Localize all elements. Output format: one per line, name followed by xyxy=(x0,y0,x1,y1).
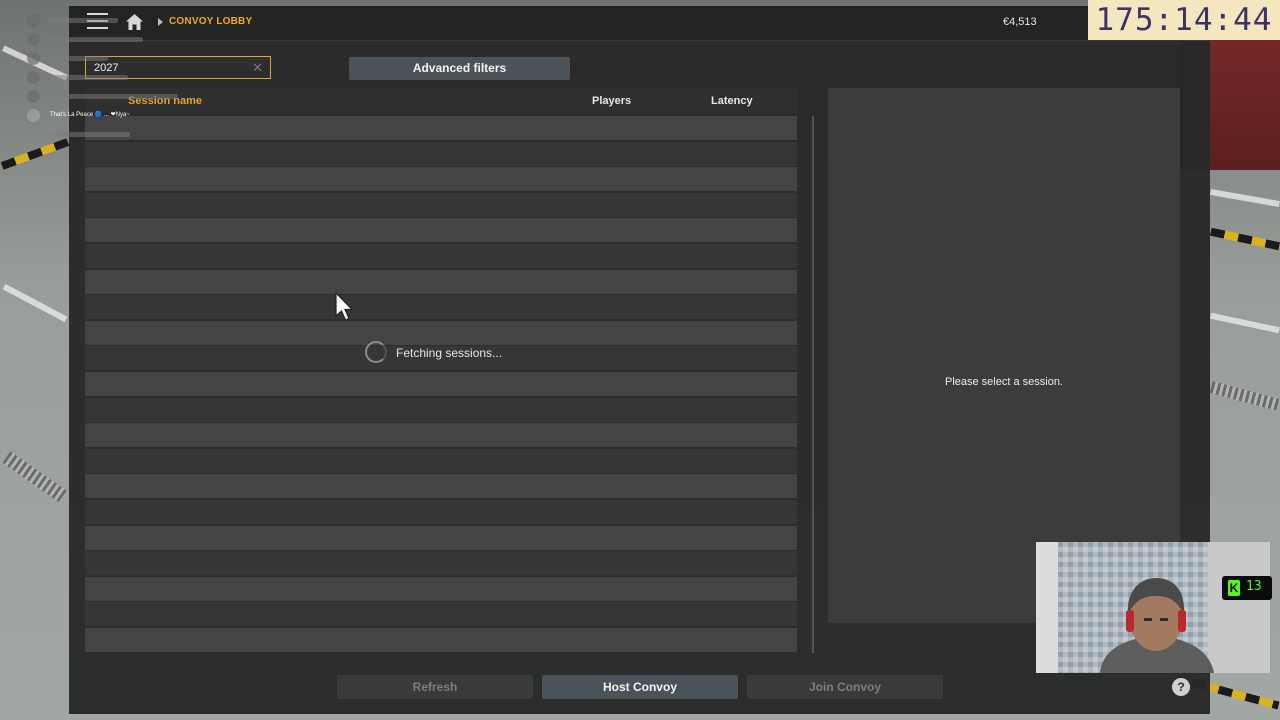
chat-line: That's La Peace 🔵 ... ❤Nya~ xyxy=(24,109,184,123)
session-row[interactable] xyxy=(85,218,797,243)
road-line xyxy=(1210,188,1280,208)
clear-icon[interactable]: ✕ xyxy=(252,60,263,76)
session-row[interactable] xyxy=(85,500,797,524)
loading-text: Fetching sessions... xyxy=(396,346,503,360)
hazard-stripe xyxy=(1209,227,1280,251)
session-row[interactable] xyxy=(85,167,797,192)
session-row[interactable] xyxy=(85,295,797,320)
session-row[interactable] xyxy=(85,192,797,217)
chat-line xyxy=(24,33,184,47)
session-row[interactable] xyxy=(85,602,797,627)
session-row[interactable] xyxy=(85,423,797,448)
column-players[interactable]: Players xyxy=(592,95,631,107)
chat-line xyxy=(24,90,184,104)
stream-timer: 175:14:44 xyxy=(1088,0,1280,40)
floor-grate xyxy=(1209,381,1280,411)
session-row[interactable] xyxy=(85,116,797,140)
session-row[interactable] xyxy=(85,576,797,601)
chat-line xyxy=(24,14,184,28)
loading-indicator: Fetching sessions... xyxy=(365,341,525,365)
advanced-filters-button[interactable]: Advanced filters xyxy=(349,57,570,80)
refresh-button[interactable]: Refresh xyxy=(337,675,533,699)
empty-selection-message: Please select a session. xyxy=(944,376,1063,388)
session-row[interactable] xyxy=(85,628,797,652)
hazard-stripe xyxy=(0,138,70,170)
session-list xyxy=(85,116,797,653)
viewer-count: 13 xyxy=(1246,579,1262,594)
session-list-scrollbar[interactable] xyxy=(812,116,814,653)
help-icon[interactable]: ? xyxy=(1172,678,1190,696)
session-row[interactable] xyxy=(85,474,797,499)
spinner-icon xyxy=(365,341,387,363)
session-row[interactable] xyxy=(85,372,797,396)
streamer-avatar xyxy=(1100,578,1214,673)
session-row[interactable] xyxy=(85,448,797,473)
chat-line xyxy=(24,128,184,142)
money-balance: €4,513 xyxy=(1003,16,1037,28)
viewer-count-badge: K 13 xyxy=(1222,576,1272,600)
session-row[interactable] xyxy=(85,269,797,294)
join-convoy-button[interactable]: Join Convoy xyxy=(747,675,943,699)
session-table-header: Session name Players Latency xyxy=(85,88,797,113)
kick-icon: K xyxy=(1228,580,1240,596)
session-row[interactable] xyxy=(85,551,797,576)
mouse-cursor-icon xyxy=(335,292,354,321)
host-convoy-button[interactable]: Host Convoy xyxy=(542,675,738,699)
session-row[interactable] xyxy=(85,244,797,268)
chat-line xyxy=(24,52,184,66)
webcam-overlay xyxy=(1036,542,1270,673)
floor-grate xyxy=(2,451,68,503)
chat-message: That's La Peace 🔵 ... ❤Nya~ xyxy=(50,112,130,118)
road-line xyxy=(2,283,68,323)
session-row[interactable] xyxy=(85,525,797,550)
session-row[interactable] xyxy=(85,397,797,422)
chat-line xyxy=(24,71,184,85)
session-row[interactable] xyxy=(85,141,797,166)
column-latency[interactable]: Latency xyxy=(711,95,753,107)
road-line xyxy=(1210,312,1280,334)
